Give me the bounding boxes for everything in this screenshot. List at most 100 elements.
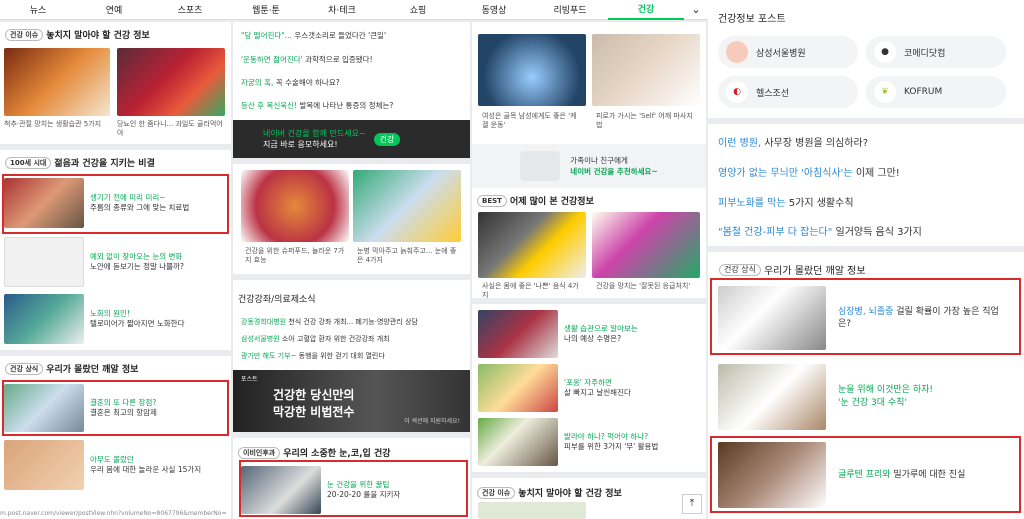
divider	[233, 432, 470, 438]
thumbnail-eye-doctor	[718, 364, 826, 430]
post-kofrum[interactable]: ❦ KOFRUM	[866, 76, 1006, 108]
item-subtitle: '눈 건강 3대 수칙'	[838, 398, 907, 408]
column-3: 여성은 골목 남성에게도 좋은 '케겔 운동' 피로가 가시는 'Self' 어…	[472, 22, 706, 519]
news-link[interactable]: '운동하면 젊어진다' 과학적으로 입증됐다!	[241, 54, 373, 65]
section-title: 어제 많이 본 건강정보	[509, 197, 594, 207]
section-title: 건강강좌/의료제소식	[238, 295, 316, 305]
nav-living-food[interactable]: 리빙푸드	[532, 3, 608, 16]
banner-button[interactable]: 건강	[373, 132, 401, 146]
post-section-title: 건강정보 포스트	[718, 14, 786, 25]
item-subtitle: 나의 예상 수명은?	[564, 334, 622, 343]
item-subtitle: 텔로미어가 짧아지면 노화한다	[90, 319, 185, 328]
section-title: 젊음과 건강을 지키는 비결	[54, 159, 155, 169]
thumbnail-spine[interactable]	[4, 48, 110, 116]
caption[interactable]: 사실은 몸에 좋은 '나쁜' 음식 4가지	[482, 280, 582, 300]
nav-entertainment[interactable]: 연예	[76, 3, 152, 16]
banner[interactable]: 네이버 건강을 함께 만드세요~ 지금 바로 응모하세요! 건강	[233, 120, 470, 158]
thumbnail-corn[interactable]	[353, 170, 461, 242]
section-header: 건강 이슈 놓치지 말아야 할 건강 정보	[0, 22, 231, 47]
nav-health[interactable]: 건강	[608, 0, 684, 20]
thumbnail-pelvis[interactable]	[478, 34, 586, 106]
caption[interactable]: 피로가 가시는 'Self' 어깨 마사지 법	[596, 110, 696, 130]
post-label: KOFRUM	[904, 87, 943, 97]
news-link[interactable]: "당 떨어진다"... 우스갯소리로 들었다간 '큰일'	[241, 30, 386, 41]
divider	[708, 118, 1024, 124]
news-link[interactable]: 광기만 해도 기부~ 동행을 위한 걷기 대회 열린다	[241, 351, 385, 361]
item-subtitle: 우리 몸에 대한 놀라운 사실 15가지	[90, 465, 202, 474]
family-illustration-icon	[520, 151, 561, 181]
recommend-banner[interactable]: 가족이나 친구에게 네이버 건강을 추천하세요~	[472, 144, 706, 188]
list-item[interactable]: 노화의 원인! 텔로미어가 짧아지면 노화한다	[4, 294, 184, 344]
divider	[708, 246, 1024, 252]
section-badge: BEST	[477, 194, 507, 207]
news-link[interactable]: 강동경희대병원 천식 건강 강좌 개최... 폐기능·영양관리 상담	[241, 317, 418, 327]
divider	[472, 472, 706, 478]
caption[interactable]: 건강을 망치는 '잘못된 응급처치'	[596, 280, 696, 291]
news-link[interactable]: 자궁의 혹, 꼭 수술해야 하나요?	[241, 77, 340, 88]
thumbnail-food[interactable]	[241, 170, 349, 242]
nav-news[interactable]: 뉴스	[0, 3, 76, 16]
list-item[interactable]: 예외 없이 찾아오는 눈의 변화 노안에 돋보기는 정말 나쁠까?	[4, 237, 184, 287]
section-badge: 건강 이슈	[477, 486, 516, 499]
item-title: 눈을 위해 이것만은 하자!	[838, 385, 933, 395]
news-link[interactable]: 등산 후 목신욱신! 발목에 나타난 통증의 정체는?	[241, 100, 393, 111]
divider	[233, 158, 470, 164]
post-label: 헬스조선	[756, 88, 790, 99]
list-item[interactable]: '포옹' 자주하면 살 빠지고 날씬해진다	[478, 364, 631, 412]
thumbnail-fruit[interactable]	[117, 48, 225, 116]
nav-webtoon[interactable]: 웹툰·툰	[228, 3, 304, 16]
news-link[interactable]: 피부노화를 막는 5가지 생활수칙	[718, 194, 854, 209]
thumbnail-glasses	[4, 237, 84, 287]
nav-shopping[interactable]: 쇼핑	[380, 3, 456, 16]
caption[interactable]: 건강을 위한 슈퍼푸드, 놀라운 7가지 효능	[245, 245, 345, 265]
caption[interactable]: 당뇨인 한 줌다니... 과일도 골라먹어야	[117, 118, 225, 138]
section-badge: 이비인후과	[238, 446, 281, 459]
post-kormedi[interactable]: ● 코메디닷컴	[866, 36, 1006, 68]
news-link[interactable]: "봄철 건강-피부 다 잡는다" 일거양득 음식 3가지	[718, 223, 922, 238]
thumbnail	[478, 364, 558, 412]
promo-line1: 건강한 당신만의	[273, 388, 355, 402]
banner-line2: 네이버 건강을 추천하세요~	[570, 167, 658, 176]
caption[interactable]: 여성은 골목 남성에게도 좋은 '케겔 운동'	[482, 110, 582, 130]
news-link[interactable]: 이런 병원, 사무장 병원을 의심하라?	[718, 134, 868, 149]
list-item[interactable]: 아무도 몰랐던 우리 몸에 대한 놀라운 사실 15가지	[4, 440, 201, 490]
top-nav: 뉴스 연예 스포츠 웹툰·툰 차·테크 쇼핑 동영상 리빙푸드 건강 ⌄	[0, 0, 708, 20]
item-subtitle: 노안에 돋보기는 정말 나쁠까?	[90, 262, 184, 271]
promo-banner[interactable]: 포스트 건강한 당신만의 막강한 비법전수 이 섹션에 지원하세요!	[233, 370, 470, 432]
thumbnail	[478, 310, 558, 358]
nav-car-tech[interactable]: 차·테크	[304, 3, 380, 16]
section-header: 100세 시대 젊음과 건강을 지키는 비결	[0, 150, 160, 175]
item-title: '포옹' 자주하면	[564, 378, 612, 387]
divider	[233, 274, 470, 280]
post-samsung-hospital[interactable]: 삼성서울병원	[718, 36, 858, 68]
thumbnail[interactable]	[478, 502, 586, 519]
news-link[interactable]: 영양가 없는 무늬만 '아침식사'는 이제 그만!	[718, 164, 900, 179]
nav-sports[interactable]: 스포츠	[152, 3, 228, 16]
section-title: 우리의 소중한 눈,코,입 건강	[283, 449, 391, 459]
caption[interactable]: 눈병 막아주고 늙춰주고... 눈에 좋은 4가지	[357, 245, 457, 265]
scroll-top-icon[interactable]: ⤒	[682, 494, 702, 514]
highlight-box	[710, 278, 1021, 355]
caption[interactable]: 척추·관절 망치는 생활습관 5가지	[4, 118, 110, 129]
column-4: 건강정보 포스트 삼성서울병원 ● 코메디닷컴 ◐ 헬스조선 ❦ KOFRUM 이런 …	[708, 0, 1024, 519]
thumbnail-food[interactable]	[592, 212, 700, 278]
person-logo-icon: ●	[874, 41, 896, 63]
promo-sub: 이 섹션에 지원하세요!	[404, 418, 460, 425]
list-item[interactable]: 발라야 하나? 먹어야 하나? 피부를 위한 3가지 '무' 활용법	[478, 418, 658, 466]
nav-video[interactable]: 동영상	[456, 3, 532, 16]
thumbnail	[4, 294, 84, 344]
hospital-logo-icon	[726, 41, 748, 63]
news-link[interactable]: 삼성서울병원 소아 고혈압 환자 위한 건강강좌 개최	[241, 334, 390, 344]
thumbnail-food[interactable]	[478, 212, 586, 278]
section-badge: 건강 이슈	[5, 28, 44, 41]
thumbnail-neck[interactable]	[592, 34, 700, 106]
banner-line2: 지금 바로 응모하세요!	[263, 140, 338, 149]
list-item[interactable]: 눈을 위해 이것만은 하자! '눈 건강 3대 수칙'	[718, 364, 933, 430]
post-health-chosun[interactable]: ◐ 헬스조선	[718, 76, 858, 108]
chevron-down-icon[interactable]: ⌄	[684, 3, 708, 16]
leaf-logo-icon: ❦	[874, 81, 896, 103]
column-2: "당 떨어진다"... 우스갯소리로 들었다간 '큰일' '운동하면 젊어진다'…	[233, 22, 470, 519]
post-label: 코메디닷컴	[904, 48, 946, 59]
section-title: 우리가 몰랐던 깨알 정보	[46, 365, 139, 375]
list-item[interactable]: 생활 습관으로 알아보는 나의 예상 수명은?	[478, 310, 638, 358]
